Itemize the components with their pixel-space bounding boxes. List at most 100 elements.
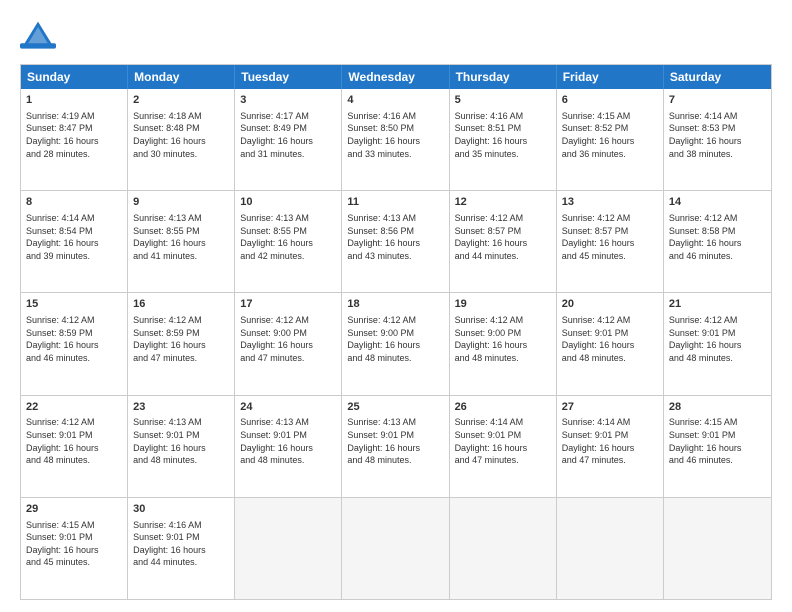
day-header-wednesday: Wednesday [342,65,449,89]
day-number: 3 [240,93,336,108]
day-info: Sunrise: 4:18 AM Sunset: 8:48 PM Dayligh… [133,110,229,160]
day-info: Sunrise: 4:13 AM Sunset: 9:01 PM Dayligh… [347,416,443,466]
day-info: Sunrise: 4:16 AM Sunset: 8:51 PM Dayligh… [455,110,551,160]
calendar-cell: 12 Sunrise: 4:12 AM Sunset: 8:57 PM Dayli… [450,191,557,292]
day-info: Sunrise: 4:13 AM Sunset: 8:56 PM Dayligh… [347,212,443,262]
calendar-row-5: 29Sunrise: 4:15 AM Sunset: 9:01 PM Dayli… [21,497,771,599]
day-info: Sunrise: 4:12 AM Sunset: 9:01 PM Dayligh… [669,314,766,364]
day-info: Sunrise: 4:12 AM Sunset: 9:00 PM Dayligh… [240,314,336,364]
calendar-cell: 14Sunrise: 4:12 AM Sunset: 8:58 PM Dayli… [664,191,771,292]
calendar-cell: 27Sunrise: 4:14 AM Sunset: 9:01 PM Dayli… [557,396,664,497]
day-number: 6 [562,93,658,108]
logo-icon [20,18,56,54]
day-info: Sunrise: 4:14 AM Sunset: 8:54 PM Dayligh… [26,212,122,262]
calendar-cell: 13 Sunrise: 4:12 AM Sunset: 8:57 PM Dayli… [557,191,664,292]
calendar-cell: 22Sunrise: 4:12 AM Sunset: 9:01 PM Dayli… [21,396,128,497]
calendar-cell: 4 Sunrise: 4:16 AM Sunset: 8:50 PM Daylig… [342,89,449,190]
calendar-cell: 6 Sunrise: 4:15 AM Sunset: 8:52 PM Daylig… [557,89,664,190]
day-info: Sunrise: 4:14 AM Sunset: 8:53 PM Dayligh… [669,110,766,160]
day-info: Sunrise: 4:13 AM Sunset: 8:55 PM Dayligh… [133,212,229,262]
day-number: 13 [562,195,658,210]
day-info: Sunrise: 4:15 AM Sunset: 8:52 PM Dayligh… [562,110,658,160]
calendar-row-4: 22Sunrise: 4:12 AM Sunset: 9:01 PM Dayli… [21,395,771,497]
calendar-cell: 11 Sunrise: 4:13 AM Sunset: 8:56 PM Dayli… [342,191,449,292]
day-number: 5 [455,93,551,108]
day-info: Sunrise: 4:12 AM Sunset: 9:00 PM Dayligh… [455,314,551,364]
day-number: 17 [240,297,336,312]
day-number: 10 [240,195,336,210]
day-info: Sunrise: 4:12 AM Sunset: 8:59 PM Dayligh… [26,314,122,364]
day-info: Sunrise: 4:16 AM Sunset: 8:50 PM Dayligh… [347,110,443,160]
day-number: 22 [26,400,122,415]
day-info: Sunrise: 4:12 AM Sunset: 9:01 PM Dayligh… [26,416,122,466]
day-info: Sunrise: 4:12 AM Sunset: 8:58 PM Dayligh… [669,212,766,262]
day-header-monday: Monday [128,65,235,89]
day-number: 2 [133,93,229,108]
day-number: 26 [455,400,551,415]
calendar-cell [450,498,557,599]
day-info: Sunrise: 4:17 AM Sunset: 8:49 PM Dayligh… [240,110,336,160]
day-header-saturday: Saturday [664,65,771,89]
calendar-cell: 26Sunrise: 4:14 AM Sunset: 9:01 PM Dayli… [450,396,557,497]
day-info: Sunrise: 4:13 AM Sunset: 9:01 PM Dayligh… [240,416,336,466]
day-info: Sunrise: 4:12 AM Sunset: 8:59 PM Dayligh… [133,314,229,364]
calendar-cell: 25Sunrise: 4:13 AM Sunset: 9:01 PM Dayli… [342,396,449,497]
day-info: Sunrise: 4:13 AM Sunset: 8:55 PM Dayligh… [240,212,336,262]
day-number: 19 [455,297,551,312]
day-number: 28 [669,400,766,415]
calendar-row-2: 8 Sunrise: 4:14 AM Sunset: 8:54 PM Daylig… [21,190,771,292]
calendar-cell: 9 Sunrise: 4:13 AM Sunset: 8:55 PM Daylig… [128,191,235,292]
day-number: 4 [347,93,443,108]
day-info: Sunrise: 4:19 AM Sunset: 8:47 PM Dayligh… [26,110,122,160]
day-number: 27 [562,400,658,415]
day-info: Sunrise: 4:12 AM Sunset: 8:57 PM Dayligh… [562,212,658,262]
day-info: Sunrise: 4:13 AM Sunset: 9:01 PM Dayligh… [133,416,229,466]
day-number: 23 [133,400,229,415]
calendar-cell: 2 Sunrise: 4:18 AM Sunset: 8:48 PM Daylig… [128,89,235,190]
calendar-cell [235,498,342,599]
day-number: 11 [347,195,443,210]
calendar-cell: 17 Sunrise: 4:12 AM Sunset: 9:00 PM Dayli… [235,293,342,394]
day-header-thursday: Thursday [450,65,557,89]
calendar-cell: 10 Sunrise: 4:13 AM Sunset: 8:55 PM Dayli… [235,191,342,292]
day-number: 1 [26,93,122,108]
day-number: 21 [669,297,766,312]
day-number: 24 [240,400,336,415]
day-number: 15 [26,297,122,312]
day-info: Sunrise: 4:12 AM Sunset: 9:01 PM Dayligh… [562,314,658,364]
day-info: Sunrise: 4:14 AM Sunset: 9:01 PM Dayligh… [455,416,551,466]
calendar-cell: 7 Sunrise: 4:14 AM Sunset: 8:53 PM Daylig… [664,89,771,190]
day-number: 18 [347,297,443,312]
day-header-tuesday: Tuesday [235,65,342,89]
day-number: 9 [133,195,229,210]
calendar-cell: 28Sunrise: 4:15 AM Sunset: 9:01 PM Dayli… [664,396,771,497]
calendar-cell: 24Sunrise: 4:13 AM Sunset: 9:01 PM Dayli… [235,396,342,497]
calendar-cell: 8 Sunrise: 4:14 AM Sunset: 8:54 PM Daylig… [21,191,128,292]
day-header-friday: Friday [557,65,664,89]
calendar-header: SundayMondayTuesdayWednesdayThursdayFrid… [21,65,771,89]
calendar-cell: 16 Sunrise: 4:12 AM Sunset: 8:59 PM Dayli… [128,293,235,394]
calendar-cell [664,498,771,599]
calendar-cell: 18 Sunrise: 4:12 AM Sunset: 9:00 PM Dayli… [342,293,449,394]
day-info: Sunrise: 4:12 AM Sunset: 9:00 PM Dayligh… [347,314,443,364]
calendar-page: SundayMondayTuesdayWednesdayThursdayFrid… [0,0,792,612]
calendar-cell: 19 Sunrise: 4:12 AM Sunset: 9:00 PM Dayli… [450,293,557,394]
day-number: 16 [133,297,229,312]
day-info: Sunrise: 4:14 AM Sunset: 9:01 PM Dayligh… [562,416,658,466]
day-number: 30 [133,502,229,517]
calendar-cell: 30Sunrise: 4:16 AM Sunset: 9:01 PM Dayli… [128,498,235,599]
day-info: Sunrise: 4:15 AM Sunset: 9:01 PM Dayligh… [669,416,766,466]
day-number: 20 [562,297,658,312]
day-number: 8 [26,195,122,210]
calendar-cell: 5 Sunrise: 4:16 AM Sunset: 8:51 PM Daylig… [450,89,557,190]
day-info: Sunrise: 4:12 AM Sunset: 8:57 PM Dayligh… [455,212,551,262]
day-number: 25 [347,400,443,415]
day-number: 7 [669,93,766,108]
day-number: 12 [455,195,551,210]
calendar-body: 1 Sunrise: 4:19 AM Sunset: 8:47 PM Daylig… [21,89,771,599]
calendar: SundayMondayTuesdayWednesdayThursdayFrid… [20,64,772,600]
calendar-cell: 20 Sunrise: 4:12 AM Sunset: 9:01 PM Dayli… [557,293,664,394]
day-info: Sunrise: 4:15 AM Sunset: 9:01 PM Dayligh… [26,519,122,569]
calendar-cell: 15 Sunrise: 4:12 AM Sunset: 8:59 PM Dayli… [21,293,128,394]
calendar-cell: 21 Sunrise: 4:12 AM Sunset: 9:01 PM Dayli… [664,293,771,394]
